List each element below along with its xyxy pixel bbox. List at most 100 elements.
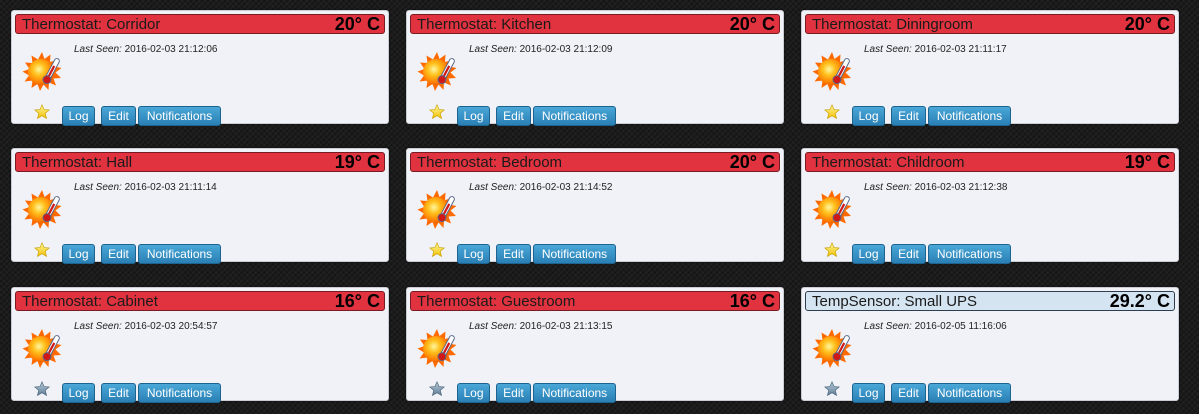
last-seen-value: 2016-02-03 21:12:09 — [519, 44, 613, 55]
device-title: Thermostat: Hall — [22, 154, 133, 171]
device-title: Thermostat: Corridor — [22, 16, 161, 33]
device-card-childroom: Thermostat: Childroom 19° C Last Seen: 2… — [801, 148, 1179, 264]
thermostat-sun-icon[interactable] — [416, 51, 458, 93]
last-seen-label: Last Seen: — [74, 44, 122, 55]
log-button[interactable]: Log — [852, 383, 885, 403]
edit-button[interactable]: Edit — [496, 106, 531, 126]
edit-button[interactable]: Edit — [101, 383, 136, 403]
device-title: Thermostat: Cabinet — [22, 293, 158, 310]
notifications-button[interactable]: Notifications — [138, 383, 221, 403]
notifications-button[interactable]: Notifications — [533, 106, 616, 126]
edit-button[interactable]: Edit — [101, 244, 136, 264]
favorite-star-icon[interactable] — [429, 104, 445, 120]
card-header: Thermostat: Bedroom 20° C — [410, 152, 780, 172]
thermostat-sun-icon[interactable] — [21, 189, 63, 231]
last-seen-label: Last Seen: — [864, 321, 912, 332]
favorite-star-icon[interactable] — [824, 242, 840, 258]
log-button[interactable]: Log — [62, 383, 95, 403]
card-header: Thermostat: Childroom 19° C — [805, 152, 1175, 172]
log-button[interactable]: Log — [457, 383, 490, 403]
temperature-value: 16° C — [729, 291, 775, 311]
last-seen-label: Last Seen: — [469, 182, 517, 193]
edit-button[interactable]: Edit — [891, 383, 926, 403]
device-card-hall: Thermostat: Hall 19° C Last Seen: 2016-0… — [11, 148, 389, 264]
last-seen: Last Seen: 2016-02-03 21:12:09 — [469, 44, 612, 55]
log-button[interactable]: Log — [457, 106, 490, 126]
thermostat-sun-icon[interactable] — [811, 189, 853, 231]
temperature-value: 19° C — [334, 152, 380, 172]
notifications-button[interactable]: Notifications — [928, 106, 1011, 126]
last-seen-value: 2016-02-03 21:14:52 — [519, 182, 613, 193]
notifications-button[interactable]: Notifications — [928, 383, 1011, 403]
last-seen-value: 2016-02-03 21:13:15 — [519, 321, 613, 332]
last-seen-label: Last Seen: — [469, 321, 517, 332]
edit-button[interactable]: Edit — [101, 106, 136, 126]
last-seen-value: 2016-02-03 21:12:06 — [124, 44, 218, 55]
card-header: Thermostat: Guestroom 16° C — [410, 291, 780, 311]
log-button[interactable]: Log — [852, 244, 885, 264]
last-seen: Last Seen: 2016-02-03 21:14:52 — [469, 182, 612, 193]
last-seen-value: 2016-02-03 21:12:38 — [914, 182, 1008, 193]
last-seen: Last Seen: 2016-02-03 20:54:57 — [74, 321, 217, 332]
thermostat-sun-icon[interactable] — [21, 51, 63, 93]
device-title: Thermostat: Kitchen — [417, 16, 552, 33]
device-card-corridor: Thermostat: Corridor 20° C Last Seen: 20… — [11, 10, 389, 126]
last-seen: Last Seen: 2016-02-03 21:11:17 — [864, 44, 1007, 55]
device-card-diningroom: Thermostat: Diningroom 20° C Last Seen: … — [801, 10, 1179, 126]
favorite-star-icon[interactable] — [824, 104, 840, 120]
favorite-star-off-icon[interactable] — [34, 381, 50, 397]
notifications-button[interactable]: Notifications — [533, 383, 616, 403]
favorite-star-off-icon[interactable] — [824, 381, 840, 397]
notifications-button[interactable]: Notifications — [928, 244, 1011, 264]
device-card-small-ups: TempSensor: Small UPS 29.2° C Last Seen:… — [801, 287, 1179, 403]
thermostat-sun-icon[interactable] — [416, 328, 458, 370]
card-header: Thermostat: Kitchen 20° C — [410, 14, 780, 34]
last-seen: Last Seen: 2016-02-03 21:13:15 — [469, 321, 612, 332]
last-seen: Last Seen: 2016-02-03 21:12:38 — [864, 182, 1007, 193]
temperature-value: 20° C — [1124, 14, 1170, 34]
log-button[interactable]: Log — [852, 106, 885, 126]
device-title: Thermostat: Childroom — [812, 154, 965, 171]
last-seen-label: Last Seen: — [864, 182, 912, 193]
thermostat-sun-icon[interactable] — [416, 189, 458, 231]
thermostat-sun-icon[interactable] — [811, 51, 853, 93]
favorite-star-icon[interactable] — [34, 242, 50, 258]
device-title: Thermostat: Bedroom — [417, 154, 563, 171]
temperature-value: 20° C — [729, 14, 775, 34]
favorite-star-off-icon[interactable] — [429, 381, 445, 397]
device-card-cabinet: Thermostat: Cabinet 16° C Last Seen: 201… — [11, 287, 389, 403]
edit-button[interactable]: Edit — [496, 383, 531, 403]
device-card-guestroom: Thermostat: Guestroom 16° C Last Seen: 2… — [406, 287, 784, 403]
last-seen-value: 2016-02-03 21:11:14 — [124, 182, 217, 193]
favorite-star-icon[interactable] — [34, 104, 50, 120]
temperature-sun-icon[interactable] — [811, 328, 853, 370]
thermostat-sun-icon[interactable] — [21, 328, 63, 370]
notifications-button[interactable]: Notifications — [138, 106, 221, 126]
device-title: Thermostat: Guestroom — [417, 293, 576, 310]
last-seen-label: Last Seen: — [74, 182, 122, 193]
card-header: TempSensor: Small UPS 29.2° C — [805, 291, 1175, 311]
card-header: Thermostat: Hall 19° C — [15, 152, 385, 172]
edit-button[interactable]: Edit — [891, 106, 926, 126]
notifications-button[interactable]: Notifications — [138, 244, 221, 264]
log-button[interactable]: Log — [62, 106, 95, 126]
log-button[interactable]: Log — [457, 244, 490, 264]
card-header: Thermostat: Cabinet 16° C — [15, 291, 385, 311]
temperature-value: 19° C — [1124, 152, 1170, 172]
notifications-button[interactable]: Notifications — [533, 244, 616, 264]
device-card-bedroom: Thermostat: Bedroom 20° C Last Seen: 201… — [406, 148, 784, 264]
last-seen: Last Seen: 2016-02-05 11:16:06 — [864, 321, 1007, 332]
device-card-kitchen: Thermostat: Kitchen 20° C Last Seen: 201… — [406, 10, 784, 126]
card-header: Thermostat: Corridor 20° C — [15, 14, 385, 34]
favorite-star-icon[interactable] — [429, 242, 445, 258]
card-header: Thermostat: Diningroom 20° C — [805, 14, 1175, 34]
edit-button[interactable]: Edit — [891, 244, 926, 264]
device-grid: Thermostat: Corridor 20° C Last Seen: 20… — [0, 0, 1199, 414]
log-button[interactable]: Log — [62, 244, 95, 264]
device-title: Thermostat: Diningroom — [812, 16, 973, 33]
last-seen-label: Last Seen: — [469, 44, 517, 55]
device-title: TempSensor: Small UPS — [812, 293, 978, 310]
last-seen-value: 2016-02-03 20:54:57 — [124, 321, 218, 332]
edit-button[interactable]: Edit — [496, 244, 531, 264]
temperature-value: 29.2° C — [1109, 291, 1170, 311]
